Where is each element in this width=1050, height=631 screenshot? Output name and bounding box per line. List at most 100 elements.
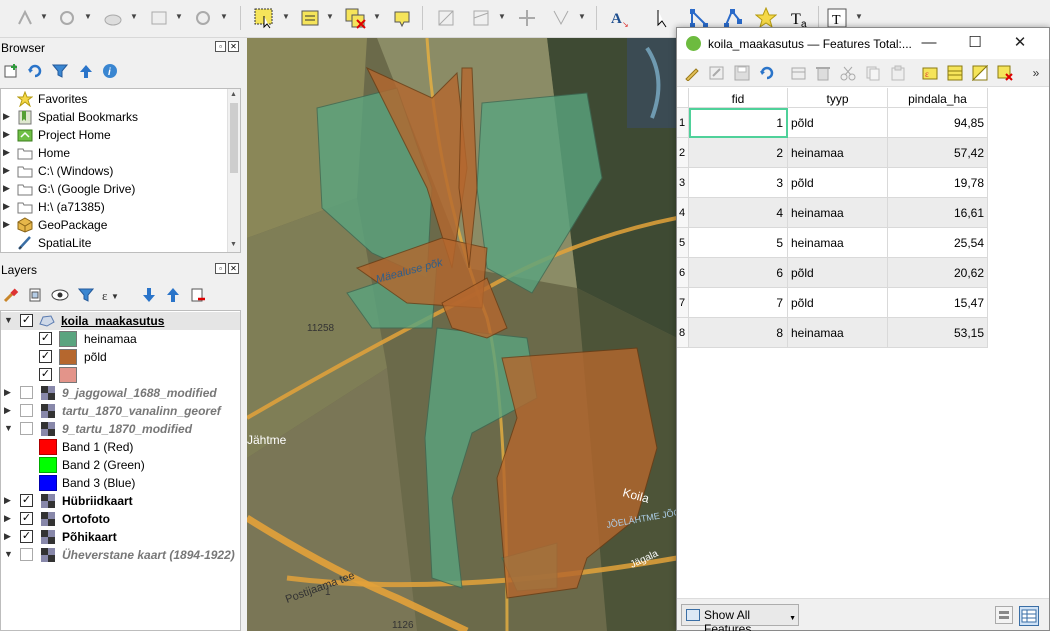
split-icon[interactable] — [514, 5, 540, 31]
copy-icon[interactable] — [864, 64, 882, 82]
browser-item-spatial-bookmarks[interactable]: ▶ Spatial Bookmarks — [1, 108, 229, 126]
vertex-tool-icon[interactable] — [54, 5, 80, 31]
layer-visibility-checkbox[interactable]: ✓ — [20, 530, 33, 543]
cell-tyyp[interactable]: heinamaa — [788, 198, 888, 228]
expand-arrow-icon[interactable]: ▶ — [4, 405, 11, 416]
browser-item-geopackage[interactable]: ▶ GeoPackage — [1, 216, 229, 234]
paste-icon[interactable] — [889, 64, 907, 82]
chevron-down-icon[interactable]: ▼ — [373, 13, 381, 21]
class-visibility-checkbox[interactable]: ✓ — [39, 332, 52, 345]
row-number[interactable]: 3 — [677, 168, 689, 198]
expand-arrow-icon[interactable]: ▶ — [3, 183, 10, 194]
layer-old-map[interactable]: ▼ Üheverstane kaart (1894-1922) — [1, 546, 240, 564]
class-visibility-checkbox[interactable]: ✓ — [39, 350, 52, 363]
remove-layer-icon[interactable] — [189, 286, 207, 304]
select-all-icon[interactable] — [946, 64, 964, 82]
layer-visibility-checkbox[interactable]: ✓ — [20, 314, 33, 327]
browser-item-g-drive[interactable]: ▶ G:\ (Google Drive) — [1, 180, 229, 198]
layer-ortho[interactable]: ▶ ✓ Ortofoto — [1, 510, 240, 528]
filter-legend-icon[interactable] — [77, 286, 95, 304]
class-visibility-checkbox[interactable]: ✓ — [39, 368, 52, 381]
column-header-pindala-ha[interactable]: pindala_ha — [888, 88, 988, 108]
chevron-down-icon[interactable]: ▼ — [40, 13, 48, 21]
row-number[interactable]: 6 — [677, 258, 689, 288]
chevron-down-icon[interactable]: ▼ — [130, 13, 138, 21]
cell-fid[interactable]: 2 — [689, 138, 788, 168]
cell-fid[interactable]: 5 — [689, 228, 788, 258]
row-number[interactable]: 2 — [677, 138, 689, 168]
cell-pindala-ha[interactable]: 20,62 — [888, 258, 988, 288]
cell-tyyp[interactable]: põld — [788, 168, 888, 198]
layer-visibility-checkbox[interactable] — [20, 548, 33, 561]
label-icon[interactable]: A ↘ — [607, 5, 633, 31]
table-row[interactable]: 2 2 heinamaa 57,42 — [677, 138, 988, 168]
layer-visibility-checkbox[interactable]: ✓ — [20, 494, 33, 507]
layer-jaggowal[interactable]: ▶ 9_jaggowal_1688_modified — [1, 384, 240, 402]
show-all-features-button[interactable]: Show All Features ▼ — [681, 604, 799, 631]
cell-fid[interactable]: 3 — [689, 168, 788, 198]
table-row[interactable]: 8 8 heinamaa 53,15 — [677, 318, 988, 348]
add-group-icon[interactable] — [26, 286, 44, 304]
invert-selection-icon[interactable] — [971, 64, 989, 82]
select-location-icon[interactable] — [389, 5, 415, 31]
chevron-down-icon[interactable]: ▼ — [175, 13, 183, 21]
cell-fid[interactable]: 7 — [689, 288, 788, 318]
layer-koila-maakasutus[interactable]: ▼ ✓ koila_maakasutus — [1, 312, 240, 330]
deselect-all-icon[interactable] — [996, 64, 1014, 82]
expand-arrow-icon[interactable]: ▶ — [3, 165, 10, 176]
cell-pindala-ha[interactable]: 15,47 — [888, 288, 988, 318]
rotate-icon[interactable] — [190, 5, 216, 31]
row-number[interactable]: 7 — [677, 288, 689, 318]
expand-arrow-icon[interactable]: ▶ — [4, 531, 11, 542]
reshape-icon[interactable] — [468, 5, 494, 31]
more-tools-icon[interactable]: » — [1027, 64, 1045, 82]
row-number[interactable]: 4 — [677, 198, 689, 228]
layer-tartu-1870[interactable]: ▼ 9_tartu_1870_modified — [1, 420, 240, 438]
layer-visibility-checkbox[interactable] — [20, 386, 33, 399]
style-brush-icon[interactable] — [2, 286, 20, 304]
info-icon[interactable]: i — [101, 62, 119, 80]
browser-item-h-drive[interactable]: ▶ H:\ (a71385) — [1, 198, 229, 216]
delete-feature-icon[interactable] — [814, 64, 832, 82]
table-row[interactable]: 1 1 põld 94,85 — [677, 108, 988, 138]
browser-item-spatialite[interactable]: SpatiaLite — [1, 234, 229, 252]
expression-filter-icon[interactable]: ε ▼ — [101, 286, 119, 304]
expand-arrow-icon[interactable]: ▶ — [3, 111, 10, 122]
legend-class-heinamaa[interactable]: ✓ heinamaa — [1, 330, 240, 348]
select-rect-icon[interactable] — [146, 5, 172, 31]
layer-visibility-checkbox[interactable]: ✓ — [20, 512, 33, 525]
save-edits-icon[interactable] — [733, 64, 751, 82]
filter-icon[interactable] — [51, 62, 69, 80]
map-canvas[interactable]: Mäealuse põk 11258 Postijaama tee Jähtme… — [247, 38, 677, 631]
chevron-down-icon[interactable]: ▼ — [578, 13, 586, 21]
browser-item-project-home[interactable]: ▶ Project Home — [1, 126, 229, 144]
select-by-expression-icon[interactable]: ε — [921, 64, 939, 82]
layer-tartu-vanalinn[interactable]: ▶ tartu_1870_vanalinn_georef — [1, 402, 240, 420]
collapse-all-icon[interactable] — [77, 62, 95, 80]
cell-pindala-ha[interactable]: 57,42 — [888, 138, 988, 168]
cell-tyyp[interactable]: põld — [788, 108, 888, 138]
layer-base[interactable]: ▶ ✓ Põhikaart — [1, 528, 240, 546]
merge-icon[interactable] — [548, 5, 574, 31]
close-icon[interactable]: ✕ — [1005, 32, 1035, 54]
add-layer-icon[interactable] — [2, 62, 20, 80]
table-row[interactable]: 4 4 heinamaa 16,61 — [677, 198, 988, 228]
toggle-editing-icon[interactable] — [683, 64, 701, 82]
maximize-icon[interactable]: ☐ — [960, 32, 990, 54]
close-panel-icon[interactable]: ✕ — [228, 263, 239, 274]
attribute-table-titlebar[interactable]: koila_maakasutus — Features Total:... — … — [677, 28, 1049, 59]
browser-item-home[interactable]: ▶ Home — [1, 144, 229, 162]
select-by-expression-icon[interactable] — [297, 5, 323, 31]
expand-all-icon[interactable] — [140, 286, 158, 304]
cell-pindala-ha[interactable]: 53,15 — [888, 318, 988, 348]
reload-icon[interactable] — [758, 64, 776, 82]
cell-tyyp[interactable]: heinamaa — [788, 318, 888, 348]
refresh-icon[interactable] — [26, 62, 44, 80]
cut-icon[interactable] — [839, 64, 857, 82]
expand-arrow-icon[interactable]: ▶ — [4, 513, 11, 524]
legend-class-pold[interactable]: ✓ põld — [1, 348, 240, 366]
scrollbar-thumb[interactable] — [230, 103, 238, 173]
layer-visibility-checkbox[interactable] — [20, 404, 33, 417]
form-view-icon[interactable] — [995, 606, 1013, 624]
browser-item-favorites[interactable]: Favorites — [1, 90, 229, 108]
